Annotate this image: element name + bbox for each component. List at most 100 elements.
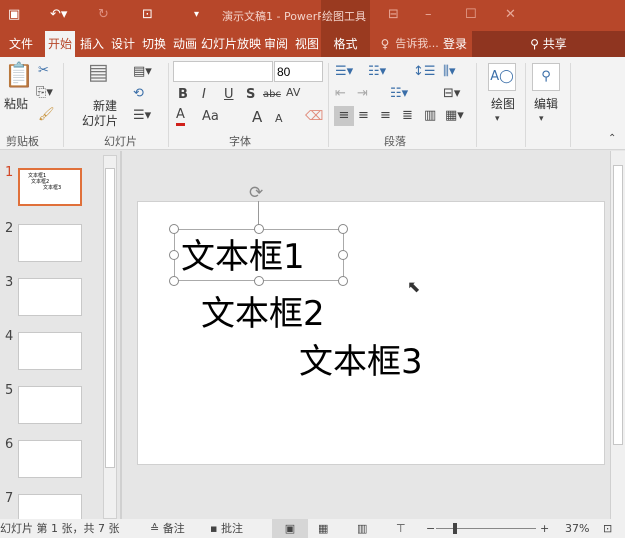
slide-thumbnail-5[interactable]: [18, 386, 82, 424]
numbering-icon[interactable]: ☷▾: [368, 62, 386, 82]
paste-icon[interactable]: 📋: [4, 63, 34, 87]
format-painter-icon[interactable]: 🖌: [38, 105, 55, 125]
close-icon[interactable]: ✕: [505, 5, 516, 25]
textbox-1[interactable]: 文本框1: [181, 237, 305, 277]
editing-button[interactable]: 编辑: [534, 95, 558, 112]
scrollbar-thumb[interactable]: [105, 168, 115, 468]
vertical-scrollbar[interactable]: [610, 151, 625, 519]
zoom-slider[interactable]: [436, 528, 536, 529]
columns-icon[interactable]: ☷▾: [390, 84, 408, 104]
login-link[interactable]: 登录: [440, 31, 470, 57]
reading-view-icon[interactable]: ▥: [357, 519, 367, 538]
clear-formatting-icon[interactable]: ⌫: [305, 107, 323, 127]
tab-transitions[interactable]: 切换: [139, 31, 169, 57]
slide-thumbnail-4[interactable]: [18, 332, 82, 370]
tab-insert[interactable]: 插入: [77, 31, 107, 57]
slide-thumbnail-2[interactable]: [18, 224, 82, 262]
undo-icon[interactable]: ↶▾: [50, 5, 67, 25]
textbox-2[interactable]: 文本框2: [201, 294, 325, 334]
resize-handle[interactable]: [338, 276, 348, 286]
reset-icon[interactable]: ⟲: [133, 84, 144, 104]
find-icon[interactable]: ⚲: [532, 63, 560, 91]
zoom-in-button[interactable]: +: [540, 519, 549, 538]
tab-home[interactable]: 开始: [45, 31, 75, 57]
zoom-out-button[interactable]: −: [426, 519, 435, 538]
shadow-button[interactable]: S: [246, 85, 255, 105]
new-slide-label-2[interactable]: 幻灯片: [82, 112, 118, 129]
pane-divider[interactable]: [120, 151, 122, 519]
resize-handle[interactable]: [169, 276, 179, 286]
line-spacing-icon[interactable]: ↕☰: [413, 62, 436, 82]
rotate-handle-icon[interactable]: ⟳: [249, 183, 263, 203]
maximize-icon[interactable]: ☐: [465, 5, 477, 25]
font-name-input[interactable]: [173, 61, 273, 82]
slide-thumbnail-3[interactable]: [18, 278, 82, 316]
align-center-icon[interactable]: ≡: [358, 106, 369, 126]
normal-view-icon[interactable]: ▣: [272, 519, 308, 538]
tab-format[interactable]: 格式: [321, 31, 370, 57]
fit-slide-icon[interactable]: ⊡: [603, 519, 612, 538]
char-spacing-button[interactable]: AV: [286, 83, 300, 103]
tab-view[interactable]: 视图: [292, 31, 322, 57]
justify-icon[interactable]: ≣: [402, 106, 413, 126]
copy-icon[interactable]: ⎘▾: [36, 83, 53, 103]
minimize-icon[interactable]: –: [425, 5, 432, 25]
zoom-slider-thumb[interactable]: [452, 523, 457, 534]
slide-pane-scrollbar[interactable]: [103, 155, 117, 519]
cut-icon[interactable]: ✂: [38, 61, 49, 81]
tab-review[interactable]: 审阅: [261, 31, 291, 57]
slide-thumbnail-6[interactable]: [18, 440, 82, 478]
scrollbar-thumb[interactable]: [613, 165, 623, 445]
new-slide-icon[interactable]: ▤: [88, 62, 109, 84]
distributed-icon[interactable]: ▥: [424, 106, 436, 126]
resize-handle[interactable]: [169, 250, 179, 260]
resize-handle[interactable]: [254, 276, 264, 286]
redo-icon[interactable]: ↻: [98, 5, 109, 25]
drawing-icon[interactable]: A◯: [488, 63, 516, 91]
drawing-dropdown-icon[interactable]: ▾: [495, 109, 500, 129]
smartart-icon[interactable]: ▦▾: [445, 106, 464, 126]
editing-dropdown-icon[interactable]: ▾: [539, 109, 544, 129]
italic-button[interactable]: I: [202, 85, 206, 105]
textbox-3[interactable]: 文本框3: [299, 342, 423, 382]
align-text-icon[interactable]: ⊟▾: [443, 84, 460, 104]
layout-icon[interactable]: ▤▾: [133, 62, 152, 82]
align-left-icon[interactable]: ≡: [334, 106, 354, 126]
shrink-font-button[interactable]: A: [275, 109, 283, 129]
slideshow-view-icon[interactable]: ⊤: [396, 519, 406, 538]
save-icon[interactable]: ▣: [8, 5, 20, 25]
paste-button[interactable]: 粘贴: [4, 95, 28, 112]
resize-handle[interactable]: [338, 224, 348, 234]
change-case-button[interactable]: Aa: [202, 107, 219, 127]
resize-handle[interactable]: [169, 224, 179, 234]
decrease-indent-icon[interactable]: ⇤: [335, 84, 346, 104]
increase-indent-icon[interactable]: ⇥: [357, 84, 368, 104]
font-size-input[interactable]: [274, 61, 323, 82]
strikethrough-button[interactable]: abc: [263, 85, 281, 105]
slide-thumbnail-1[interactable]: 文本框1 文本框2 文本框3: [18, 168, 82, 206]
section-icon[interactable]: ☰▾: [133, 106, 151, 126]
share-button[interactable]: ⚲ 共享: [472, 31, 625, 57]
comments-button[interactable]: ▪ 批注: [210, 519, 243, 538]
text-direction-icon[interactable]: ⫼▾: [443, 62, 456, 82]
underline-button[interactable]: U: [224, 85, 234, 105]
present-icon[interactable]: ⊡: [142, 5, 153, 25]
align-right-icon[interactable]: ≡: [380, 106, 391, 126]
collapse-ribbon-icon[interactable]: ⌃: [608, 129, 616, 149]
font-color-button[interactable]: A: [176, 107, 185, 126]
grow-font-button[interactable]: A: [252, 107, 262, 127]
zoom-level[interactable]: 37%: [565, 519, 589, 538]
tab-design[interactable]: 设计: [108, 31, 138, 57]
ribbon-display-icon[interactable]: ⊟: [388, 5, 399, 25]
bullets-icon[interactable]: ☰▾: [335, 62, 353, 82]
tab-file[interactable]: 文件: [0, 31, 42, 57]
slide-sorter-icon[interactable]: ▦: [318, 519, 328, 538]
resize-handle[interactable]: [254, 224, 264, 234]
tell-me-box[interactable]: 告诉我...: [392, 31, 442, 57]
customize-qat-icon[interactable]: ▾: [194, 5, 199, 25]
tab-slideshow[interactable]: 幻灯片放映: [201, 31, 261, 57]
notes-button[interactable]: ≙ 备注: [150, 519, 185, 538]
bold-button[interactable]: B: [178, 85, 188, 105]
resize-handle[interactable]: [338, 250, 348, 260]
tab-animations[interactable]: 动画: [170, 31, 200, 57]
